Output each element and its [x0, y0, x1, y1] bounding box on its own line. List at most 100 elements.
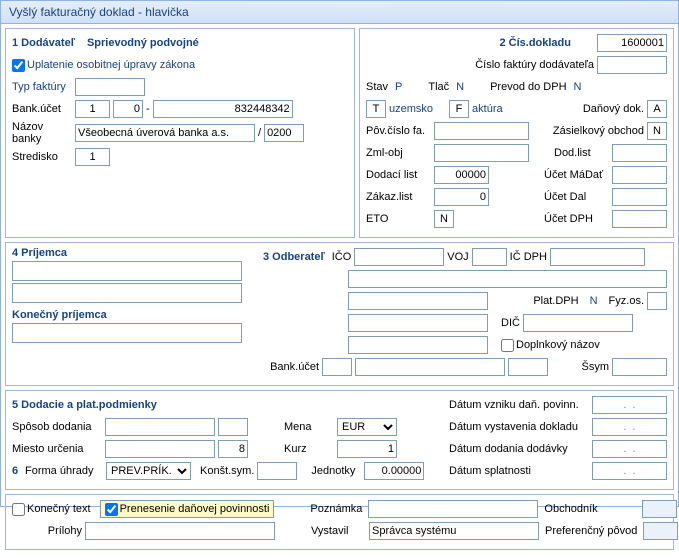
dodaci-list-input[interactable] — [434, 166, 489, 184]
prilohy-input[interactable] — [85, 522, 275, 540]
poznamka-input[interactable] — [368, 500, 538, 518]
typ-faktury-label[interactable]: Typ faktúry — [12, 81, 72, 93]
nazov-banky-label: Názov banky — [12, 121, 72, 145]
ssym-label: Šsym — [582, 361, 610, 373]
dat-vyst-label: Dátum vystavenia dokladu — [449, 421, 589, 433]
konst-input[interactable] — [257, 462, 297, 480]
zasielkovy-input[interactable] — [647, 122, 667, 140]
doplnkovy-checkbox-label[interactable]: Doplnkový názov — [501, 339, 600, 352]
stredisko-input[interactable] — [75, 148, 110, 166]
ssym-input[interactable] — [612, 358, 667, 376]
odberatel-name-input[interactable] — [348, 270, 667, 288]
section5-heading: 5 Dodacie a plat.podmienky — [12, 399, 157, 411]
odb-line4a[interactable] — [348, 336, 488, 354]
ico-label: IČO — [332, 251, 352, 263]
dat-splat-label: Dátum splatnosti — [449, 465, 589, 477]
cislo-faktury-label: Číslo faktúry dodávateľa — [475, 59, 594, 71]
dat-splat-input[interactable] — [592, 462, 667, 480]
konecny-text-checkbox-label[interactable]: Konečný text — [12, 503, 91, 516]
jednotky-input[interactable] — [364, 462, 424, 480]
vystavil-label: Vystavil — [311, 525, 366, 537]
preferencny-input[interactable] — [643, 522, 678, 540]
platdph-label: Plat.DPH — [533, 295, 578, 307]
ico-input[interactable] — [354, 248, 444, 266]
odb-bank-c[interactable] — [508, 358, 548, 376]
sprievodny-link[interactable]: Sprievodný podvojné — [87, 37, 199, 49]
miesto-code[interactable] — [218, 440, 248, 458]
dic-label: DIČ — [501, 317, 520, 329]
cislo-faktury-input[interactable] — [597, 56, 667, 74]
obchodnik-label: Obchodník — [544, 503, 639, 515]
odb-bank-b[interactable] — [355, 358, 505, 376]
platdph-value: N — [590, 295, 598, 307]
sposob-code[interactable] — [218, 418, 248, 436]
forma-label: Forma úhrady — [25, 465, 103, 477]
dat-dod-input[interactable] — [592, 440, 667, 458]
zakaz-list-label: Zákaz.list — [366, 191, 431, 203]
stredisko-label: Stredisko — [12, 151, 72, 163]
f-code-input[interactable] — [449, 100, 469, 118]
prevod-label: Prevod do DPH — [490, 81, 566, 93]
ucet-dph-input[interactable] — [612, 210, 667, 228]
odb-line3a[interactable] — [348, 314, 488, 332]
prijemca-input2[interactable] — [12, 283, 242, 303]
kurz-label: Kurz — [284, 443, 334, 455]
nazov-banky-input[interactable] — [75, 124, 255, 142]
uplatenie-checkbox[interactable] — [12, 59, 25, 72]
prenesenie-checkbox[interactable] — [105, 503, 118, 516]
ucet-dph-label: Účet DPH — [544, 213, 609, 225]
miesto-input[interactable] — [105, 440, 215, 458]
sposob-label: Spôsob dodania — [12, 421, 102, 433]
danovy-dok-input[interactable] — [647, 100, 667, 118]
vystavil-input[interactable] — [369, 522, 539, 540]
doplnkovy-checkbox[interactable] — [501, 339, 514, 352]
bank-ucet-a[interactable] — [75, 100, 110, 118]
cislo-dokladu-input[interactable] — [597, 34, 667, 52]
kod-banky-input[interactable] — [264, 124, 304, 142]
icdph-input[interactable] — [550, 248, 645, 266]
zmlobj-input[interactable] — [434, 144, 529, 162]
fyzos-input[interactable] — [647, 292, 667, 310]
pov-cislo-label: Pôv.číslo fa. — [366, 125, 431, 137]
dat-dod-label: Dátum dodania dodávky — [449, 443, 589, 455]
window-title: Vyšlý fakturačný doklad - hlavička — [1, 1, 678, 24]
section2-heading: 2 Čís.dokladu — [499, 37, 571, 49]
section1-heading: 1 Dodávateľ — [12, 37, 75, 49]
ucet-dal-input[interactable] — [612, 188, 667, 206]
section3-heading: 3 Odberateľ — [263, 251, 325, 263]
six-label: 6 — [12, 465, 22, 477]
poznamka-label: Poznámka — [310, 503, 365, 515]
t-code-input[interactable] — [366, 100, 386, 118]
bank-ucet-c[interactable] — [153, 100, 293, 118]
tlac-label: Tlač — [428, 81, 449, 93]
pov-cislo-input[interactable] — [434, 122, 529, 140]
eto-input[interactable] — [434, 210, 454, 228]
dat-vznik-input[interactable] — [592, 396, 667, 414]
ucet-madat-input[interactable] — [612, 166, 667, 184]
dodlist-label: Dod.list — [554, 147, 609, 159]
ucet-dal-label: Účet Dal — [544, 191, 609, 203]
zmlobj-label: Zml-obj — [366, 147, 431, 159]
dic-input[interactable] — [523, 314, 633, 332]
kurz-input[interactable] — [337, 440, 397, 458]
mena-select[interactable]: EUR — [337, 418, 397, 436]
zakaz-list-input[interactable] — [434, 188, 489, 206]
bank-ucet-b[interactable] — [113, 100, 143, 118]
obchodnik-input[interactable] — [642, 500, 677, 518]
prenesenie-checkbox-label[interactable]: Prenesenie daňovej povinnosti — [100, 500, 275, 518]
konecny-text-checkbox[interactable] — [12, 503, 25, 516]
odb-line2a[interactable] — [348, 292, 488, 310]
odb-bank-a[interactable] — [322, 358, 352, 376]
bank-ucet-label: Bank.účet — [12, 103, 72, 115]
typ-faktury-input[interactable] — [75, 78, 145, 96]
forma-select[interactable]: PREV.PRÍK. — [106, 462, 191, 480]
konecny-prijemca-label: Konečný príjemca — [12, 309, 257, 321]
prijemca-input1[interactable] — [12, 261, 242, 281]
sposob-input[interactable] — [105, 418, 215, 436]
dodlist-input[interactable] — [612, 144, 667, 162]
jednotky-label: Jednotky — [311, 465, 361, 477]
uplatenie-checkbox-label[interactable]: Uplatenie osobitnej úpravy zákona — [12, 59, 195, 72]
voj-input[interactable] — [472, 248, 507, 266]
dat-vyst-input[interactable] — [592, 418, 667, 436]
konecny-prijemca-input[interactable] — [12, 323, 242, 343]
